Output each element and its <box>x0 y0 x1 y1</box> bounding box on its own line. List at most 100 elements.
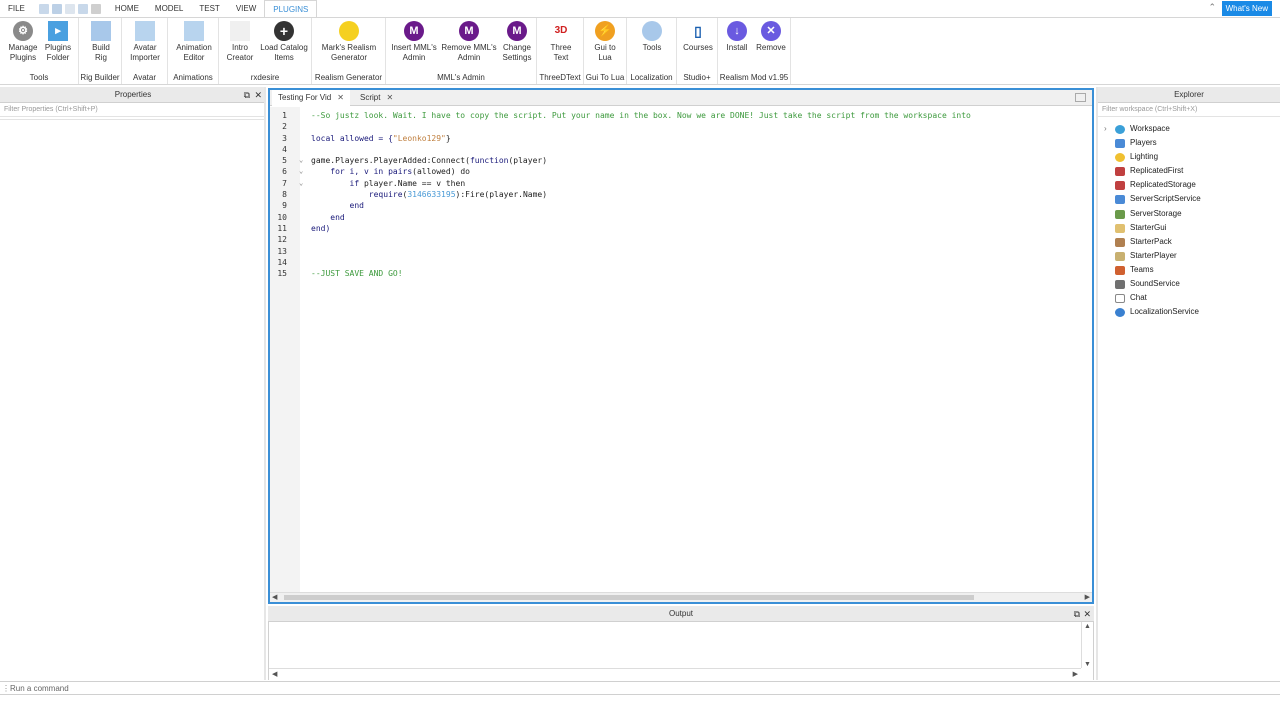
tree-item-serverstorage[interactable]: ServerStorage <box>1100 207 1278 221</box>
realism-generator-button[interactable]: Mark's Realism Generator <box>316 21 382 63</box>
starter-player-icon <box>1115 251 1125 261</box>
tab-testing-for-vid[interactable]: Testing For Vid ✕ <box>272 90 350 106</box>
group-gui-to-lua: ⚡ Gui to Lua Gui To Lua <box>584 18 627 84</box>
scroll-down-icon[interactable]: ▼ <box>1084 661 1091 668</box>
group-avatar: Avatar Importer Avatar <box>122 18 168 84</box>
mml-logo-icon: M <box>459 21 479 41</box>
tree-item-lighting[interactable]: Lighting <box>1100 150 1278 164</box>
group-studio-plus: ▯ Courses Studio+ <box>677 18 718 84</box>
properties-filter-input[interactable]: Filter Properties (Ctrl+Shift+P) <box>0 103 264 117</box>
tree-item-teams[interactable]: Teams <box>1100 263 1278 277</box>
build-rig-button[interactable]: Build Rig <box>85 21 117 63</box>
chevron-up-icon[interactable]: ⌃ <box>1208 2 1216 13</box>
vertical-scrollbar[interactable]: ▲ ▼ <box>1081 622 1093 668</box>
tab-home[interactable]: HOME <box>107 0 147 17</box>
tree-item-soundservice[interactable]: SoundService <box>1100 277 1278 291</box>
server-storage-icon <box>1115 209 1125 219</box>
script-editor[interactable]: Testing For Vid ✕ Script ✕ 1 --So justz loo… <box>268 88 1094 604</box>
tree-item-starterpack[interactable]: StarterPack <box>1100 235 1278 249</box>
tree-item-localizationservice[interactable]: LocalizationService <box>1100 305 1278 319</box>
horizontal-scrollbar[interactable]: ◀ ▶ <box>269 668 1081 680</box>
manage-plugins-button[interactable]: ⚙ Manage Plugins <box>6 21 40 63</box>
code-line: 14 <box>277 257 287 267</box>
three-text-button[interactable]: 3D Three Text <box>543 21 579 63</box>
tree-item-replicatedstorage[interactable]: ReplicatedStorage <box>1100 178 1278 192</box>
load-catalog-items-button[interactable]: + Load Catalog Items <box>259 21 309 63</box>
book-icon: ▯ <box>688 21 708 41</box>
plugins-ribbon: ⚙ Manage Plugins ▸ Plugins Folder Tools … <box>0 17 1280 85</box>
replicated-first-icon <box>1115 167 1125 177</box>
maximize-icon[interactable] <box>1075 93 1086 102</box>
tab-test[interactable]: TEST <box>191 0 227 17</box>
close-tab-icon[interactable]: ✕ <box>337 93 344 102</box>
insert-mml-admin-button[interactable]: M Insert MML's Admin <box>390 21 438 63</box>
group-realism-generator: Mark's Realism Generator Realism Generat… <box>312 18 386 84</box>
tab-model[interactable]: MODEL <box>147 0 191 17</box>
tree-item-startergui[interactable]: StarterGui <box>1100 221 1278 235</box>
code-line: 11 end) <box>277 223 331 233</box>
code-line: 9 end <box>282 201 364 211</box>
properties-panel-header: Properties ⧉ ✕ <box>0 87 266 103</box>
output-area[interactable]: ▲ ▼ ◀ ▶ <box>268 622 1094 680</box>
code-line: 5 ⌄ game.Players.PlayerAdded:Connect(funct… <box>282 155 548 166</box>
menu-file[interactable]: FILE <box>0 0 33 17</box>
scroll-up-icon[interactable]: ▲ <box>1084 623 1091 630</box>
command-bar-input[interactable]: ⋮ Run a command <box>0 681 1280 695</box>
gui-to-lua-button[interactable]: ⚡ Gui to Lua <box>589 21 621 63</box>
tab-script[interactable]: Script ✕ <box>354 90 399 106</box>
scroll-right-icon[interactable]: ▶ <box>1085 593 1090 601</box>
remove-mml-admin-button[interactable]: M Remove MML's Admin <box>441 21 497 63</box>
remove-button[interactable]: ✕ Remove <box>756 21 786 53</box>
animation-editor-button[interactable]: Animation Editor <box>172 21 216 63</box>
panel-splitter[interactable] <box>1096 87 1098 680</box>
panel-splitter[interactable] <box>264 87 266 680</box>
lightbulb-icon <box>1115 153 1125 163</box>
new-file-icon[interactable] <box>38 3 49 14</box>
stop-icon[interactable] <box>90 3 101 14</box>
fold-icon[interactable]: ⌄ <box>299 166 303 177</box>
tree-item-starterplayer[interactable]: StarterPlayer <box>1100 249 1278 263</box>
group-threedtext: 3D Three Text ThreeDText <box>537 18 584 84</box>
undock-icon[interactable]: ⧉ <box>244 87 250 103</box>
explorer-filter-input[interactable]: Filter workspace (Ctrl+Shift+X) <box>1098 103 1280 117</box>
editor-tabs: Testing For Vid ✕ Script ✕ <box>270 90 1092 106</box>
tree-item-replicatedfirst[interactable]: ReplicatedFirst <box>1100 164 1278 178</box>
horizontal-scrollbar[interactable]: ◀ ▶ <box>270 592 1092 602</box>
localization-tools-button[interactable]: Tools <box>635 21 669 53</box>
change-settings-button[interactable]: M Change Settings <box>500 21 534 63</box>
tree-item-workspace[interactable]: › Workspace <box>1100 122 1278 136</box>
sun-icon <box>339 21 359 41</box>
undo-icon[interactable] <box>51 3 62 14</box>
undock-icon[interactable]: ⧉ <box>1074 606 1080 622</box>
scroll-left-icon[interactable]: ◀ <box>272 593 277 601</box>
tree-item-chat[interactable]: Chat <box>1100 291 1278 305</box>
tab-plugins[interactable]: PLUGINS <box>264 0 318 17</box>
play-icon[interactable] <box>77 3 88 14</box>
download-icon: ↓ <box>727 21 747 41</box>
fold-icon[interactable]: ⌄ <box>299 155 303 166</box>
plugins-folder-button[interactable]: ▸ Plugins Folder <box>42 21 74 63</box>
quick-access-toolbar <box>38 3 101 14</box>
menu-bar: FILE HOME MODEL TEST VIEW PLUGINS ⌃ What… <box>0 0 1280 17</box>
chevron-right-icon[interactable]: › <box>1104 122 1107 136</box>
fold-icon[interactable]: ⌄ <box>299 178 303 189</box>
close-icon[interactable]: ✕ <box>1083 606 1091 622</box>
install-button[interactable]: ↓ Install <box>722 21 752 53</box>
tree-item-players[interactable]: Players <box>1100 136 1278 150</box>
scroll-left-icon[interactable]: ◀ <box>272 670 277 678</box>
code-area[interactable]: 1 --So justz look. Wait. I have to copy t… <box>270 110 1090 279</box>
scroll-right-icon[interactable]: ▶ <box>1073 670 1078 678</box>
close-icon[interactable]: ✕ <box>254 87 262 103</box>
redo-icon[interactable] <box>64 3 75 14</box>
group-animations: Animation Editor Animations <box>168 18 219 84</box>
intro-creator-button[interactable]: Intro Creator <box>223 21 257 63</box>
close-tab-icon[interactable]: ✕ <box>386 93 393 102</box>
tree-item-serverscriptservice[interactable]: ServerScriptService <box>1100 192 1278 206</box>
scroll-thumb[interactable] <box>284 595 974 600</box>
properties-divider <box>0 118 266 120</box>
chat-bubble-icon <box>1115 294 1125 304</box>
avatar-importer-button[interactable]: Avatar Importer <box>126 21 164 63</box>
whats-new-button[interactable]: What's New <box>1221 1 1272 16</box>
tab-view[interactable]: VIEW <box>228 0 264 17</box>
courses-button[interactable]: ▯ Courses <box>681 21 715 53</box>
